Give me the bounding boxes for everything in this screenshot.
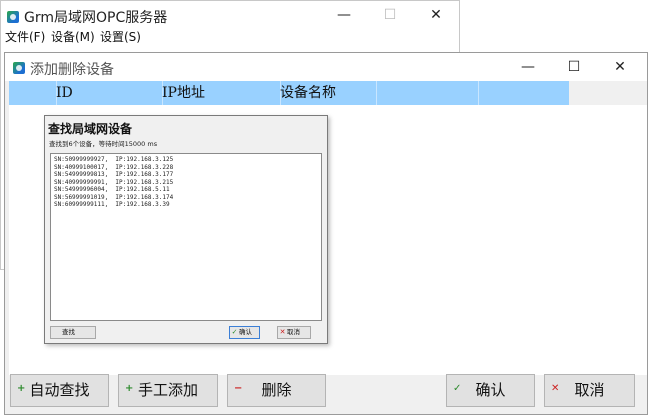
dialog-titlebar: 添加删除设备 — ☐ ✕ [5,53,647,81]
find-cancel-button[interactable]: ✕ 取消 [277,326,311,339]
check-icon: ✓ [231,328,238,336]
found-device-row: SN:56999991019, IP:192.168.3.174 [54,193,174,201]
find-status-text: 查找到6个设备，等待时间15000 ms [49,140,158,148]
menu-file[interactable]: 文件(F) [5,28,45,45]
found-device-row: SN:60999999111, IP:192.168.3.39 [54,201,170,208]
column-header-extra-2[interactable] [475,81,572,105]
app-icon [6,10,20,24]
column-header-id[interactable]: ID [53,81,163,105]
found-device-row: SN:40999100017, IP:192.168.3.228 [54,163,174,171]
find-button-label: 查找 [62,328,75,336]
dialog-maximize-button[interactable]: ☐ [551,53,597,81]
find-ok-button[interactable]: ✓ 确认 [229,326,260,339]
delete-button[interactable]: − 删除 [227,374,326,407]
column-header-extra-1[interactable] [373,81,479,105]
find-ok-label: 确认 [239,328,252,336]
dialog-app-icon [12,61,26,75]
menu-settings[interactable]: 设置(S) [100,28,141,45]
confirm-button[interactable]: ✓ 确认 [446,374,535,407]
find-lan-devices-dialog: 查找局域网设备 查找到6个设备，等待时间15000 ms SN:50999999… [44,115,328,344]
column-header-indicator[interactable] [9,81,57,105]
find-button[interactable]: 查找 [50,326,96,339]
auto-find-label: 自动查找 [29,381,90,399]
confirm-label: 确认 [475,381,506,399]
manual-add-button[interactable]: + 手工添加 [118,374,218,407]
manual-add-label: 手工添加 [137,381,198,399]
auto-find-button[interactable]: + 自动查找 [10,374,109,407]
column-header-device-name[interactable]: 设备名称 [277,81,377,105]
find-dialog-title: 查找局域网设备 [48,122,133,136]
dialog-close-button[interactable]: ✕ [597,53,643,81]
main-window-title: Grm局域网OPC服务器 [24,10,168,26]
found-device-row: SN:50999999927, IP:192.168.3.125 [54,156,174,163]
cross-icon: ✕ [279,328,286,336]
cancel-button[interactable]: ✕ 取消 [544,374,635,407]
grid-header: ID IP地址 设备名称 [9,81,569,105]
column-header-ip[interactable]: IP地址 [159,81,281,105]
main-maximize-button[interactable]: ☐ [367,1,413,29]
found-device-row: SN:54999996004, IP:192.168.5.11 [54,186,170,193]
main-titlebar: Grm局域网OPC服务器 [6,7,167,27]
menu-device[interactable]: 设备(M) [51,28,95,45]
dialog-title: 添加删除设备 [30,62,114,78]
delete-label: 删除 [261,381,292,399]
found-devices-list[interactable]: SN:50999999927, IP:192.168.3.125 SN:40999… [50,153,322,321]
dialog-minimize-button[interactable]: — [505,53,551,81]
found-device-row: SN:54999999813, IP:192.168.3.177 [54,171,174,178]
main-minimize-button[interactable]: — [321,1,367,29]
main-close-button[interactable]: ✕ [413,1,459,29]
find-cancel-label: 取消 [287,328,300,336]
cancel-label: 取消 [574,381,605,399]
found-device-row: SN:40999999991, IP:192.168.3.215 [54,178,174,186]
